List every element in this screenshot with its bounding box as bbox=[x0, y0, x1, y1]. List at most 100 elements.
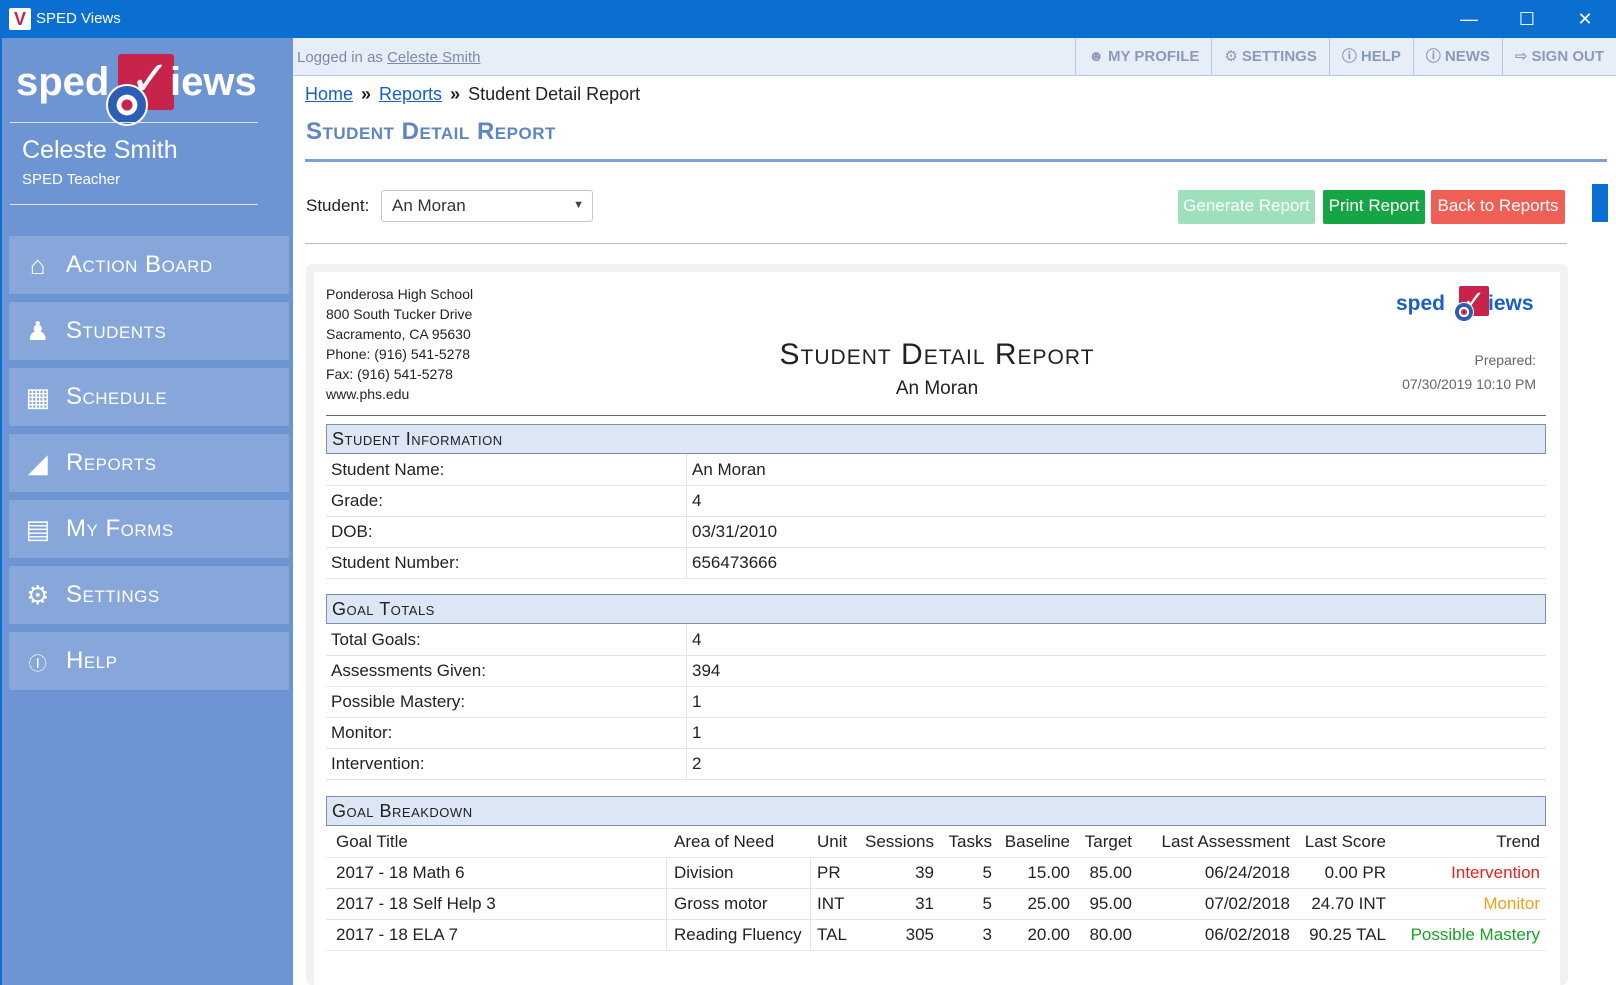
table-cell-target: 95.00 bbox=[1089, 894, 1132, 913]
kv-row: Grade: 4 bbox=[326, 485, 1546, 517]
chart-icon: ◢ bbox=[27, 448, 49, 478]
table-cell-sessions: 305 bbox=[905, 925, 934, 944]
sidebar-item-reports[interactable]: ◢ Reports bbox=[9, 434, 289, 492]
column-header: Last Assessment bbox=[1161, 832, 1290, 851]
maximize-icon[interactable]: ☐ bbox=[1498, 0, 1556, 38]
user-role: SPED Teacher bbox=[22, 171, 121, 188]
divider bbox=[305, 243, 1567, 244]
target-icon bbox=[1454, 302, 1474, 322]
kv-row: Monitor: 1 bbox=[326, 717, 1546, 749]
kv-key: Assessments Given: bbox=[331, 661, 486, 680]
kv-key: Grade: bbox=[331, 491, 383, 510]
table-cell-trend: Intervention bbox=[1451, 863, 1540, 882]
table-cell-tasks: 5 bbox=[982, 863, 992, 882]
breadcrumb-current: Student Detail Report bbox=[468, 84, 641, 104]
table-cell-tasks: 5 bbox=[982, 894, 992, 913]
sidebar-item-students[interactable]: ♟ Students bbox=[9, 302, 289, 360]
table-cell-area: Reading Fluency bbox=[674, 925, 802, 944]
minimize-icon[interactable]: — bbox=[1440, 0, 1498, 38]
close-icon[interactable]: ✕ bbox=[1556, 0, 1614, 38]
breadcrumb-separator: » bbox=[361, 84, 372, 104]
table-cell-target: 80.00 bbox=[1089, 925, 1132, 944]
kv-key: DOB: bbox=[331, 522, 373, 541]
question-icon: ⓘ bbox=[1341, 48, 1357, 65]
user-icon: ☻ bbox=[1088, 48, 1104, 65]
logged-in-user-link[interactable]: Celeste Smith bbox=[387, 49, 480, 66]
student-select[interactable]: An Moran ▼ bbox=[381, 190, 593, 222]
column-header: Target bbox=[1084, 832, 1132, 851]
kv-row: Student Number: 656473666 bbox=[326, 547, 1546, 579]
sidebar-item-label: Settings bbox=[66, 581, 160, 608]
brand-text-left: sped bbox=[16, 60, 110, 104]
prepared-info: Prepared: 07/30/2019 10:10 PM bbox=[1402, 348, 1536, 396]
caret-down-icon: ▼ bbox=[573, 199, 584, 211]
address-line: 800 South Tucker Drive bbox=[326, 306, 473, 322]
table-cell-baseline: 20.00 bbox=[1027, 925, 1070, 944]
settings-button[interactable]: ⚙ SETTINGS bbox=[1211, 38, 1328, 75]
table-cell-target: 85.00 bbox=[1089, 863, 1132, 882]
sidebar-item-label: Help bbox=[66, 647, 118, 674]
help-button[interactable]: ⓘ HELP bbox=[1328, 38, 1413, 75]
back-to-reports-button[interactable]: Back to Reports bbox=[1431, 190, 1565, 224]
sidebar-item-settings[interactable]: ⚙ Settings bbox=[9, 566, 289, 624]
column-header: Sessions bbox=[865, 832, 934, 851]
scrollbar-thumb[interactable] bbox=[1592, 184, 1608, 222]
column-header: Last Score bbox=[1304, 832, 1386, 851]
kv-value: 1 bbox=[692, 692, 702, 711]
generate-report-button[interactable]: Generate Report bbox=[1178, 190, 1315, 224]
divider bbox=[305, 159, 1607, 162]
sign-out-button[interactable]: ⇨ SIGN OUT bbox=[1501, 38, 1616, 75]
top-bar: Logged in as Celeste Smith ☻ MY PROFILE ⚙… bbox=[293, 38, 1616, 76]
table-cell-trend: Monitor bbox=[1483, 894, 1540, 913]
home-icon: ⌂ bbox=[29, 250, 47, 280]
table-cell-score: 90.25 TAL bbox=[1309, 925, 1386, 944]
table-cell-area: Division bbox=[674, 863, 734, 882]
app-logo-icon: V bbox=[9, 8, 31, 30]
table-cell-score: 24.70 INT bbox=[1311, 894, 1386, 913]
brand-target-icon bbox=[106, 84, 148, 126]
print-report-button[interactable]: Print Report bbox=[1323, 190, 1425, 224]
kv-row: DOB: 03/31/2010 bbox=[326, 516, 1546, 548]
sidebar-item-my-forms[interactable]: ▤ My Forms bbox=[9, 500, 289, 558]
kv-value: 2 bbox=[692, 754, 702, 773]
breadcrumb-home-link[interactable]: Home bbox=[305, 84, 353, 104]
sidebar-item-action-board[interactable]: ⌂ Action Board bbox=[9, 236, 289, 294]
brand-logo[interactable]: sped ✓ iews bbox=[16, 48, 276, 128]
table-cell-sessions: 31 bbox=[915, 894, 934, 913]
report-frame: Ponderosa High School 800 South Tucker D… bbox=[306, 264, 1568, 985]
sidebar-item-label: Students bbox=[66, 317, 167, 344]
table-row: 2017 - 18 ELA 7 Reading Fluency TAL 305 3 20.… bbox=[326, 919, 1546, 951]
table-cell-title: 2017 - 18 ELA 7 bbox=[336, 925, 458, 944]
sidebar-item-label: Reports bbox=[66, 449, 157, 476]
table-cell-title: 2017 - 18 Math 6 bbox=[336, 863, 465, 882]
section-goal-breakdown: Goal Breakdown bbox=[326, 796, 1546, 826]
sidebar-item-schedule[interactable]: ▦ Schedule bbox=[9, 368, 289, 426]
news-label: NEWS bbox=[1444, 48, 1490, 65]
my-profile-button[interactable]: ☻ MY PROFILE bbox=[1075, 38, 1211, 75]
section-goal-totals: Goal Totals bbox=[326, 594, 1546, 624]
column-header: Baseline bbox=[1004, 832, 1070, 851]
help-label: HELP bbox=[1360, 48, 1401, 65]
breadcrumb-reports-link[interactable]: Reports bbox=[379, 84, 442, 104]
news-button[interactable]: ⓘ NEWS bbox=[1412, 38, 1502, 75]
table-cell-title: 2017 - 18 Self Help 3 bbox=[336, 894, 496, 913]
table-cell-unit: INT bbox=[817, 894, 845, 913]
table-cell-score: 0.00 PR bbox=[1324, 863, 1386, 882]
breadcrumb: Home » Reports » Student Detail Report bbox=[305, 84, 640, 105]
report-student-name: An Moran bbox=[895, 378, 979, 399]
kv-key: Intervention: bbox=[331, 754, 425, 773]
report-title: Student Detail Report bbox=[779, 338, 1095, 371]
breadcrumb-separator: » bbox=[450, 84, 461, 104]
kv-key: Student Number: bbox=[331, 553, 460, 572]
sign-out-label: SIGN OUT bbox=[1531, 48, 1604, 65]
logged-in-prefix: Logged in as bbox=[297, 49, 383, 66]
address-line: Ponderosa High School bbox=[326, 286, 474, 302]
top-nav: ☻ MY PROFILE ⚙ SETTINGS ⓘ HELP ⓘ NEWS ⇨ SIGN … bbox=[1075, 38, 1616, 75]
table-cell-trend: Possible Mastery bbox=[1410, 925, 1540, 944]
table-row: 2017 - 18 Self Help 3 Gross motor INT 31 5 25… bbox=[326, 888, 1546, 920]
column-header: Trend bbox=[1496, 832, 1540, 851]
sidebar-item-help[interactable]: ⓘ Help bbox=[9, 632, 289, 690]
logged-in-text: Logged in as Celeste Smith bbox=[297, 49, 480, 66]
window-title: SPED Views bbox=[36, 10, 121, 27]
kv-key: Possible Mastery: bbox=[331, 692, 466, 711]
